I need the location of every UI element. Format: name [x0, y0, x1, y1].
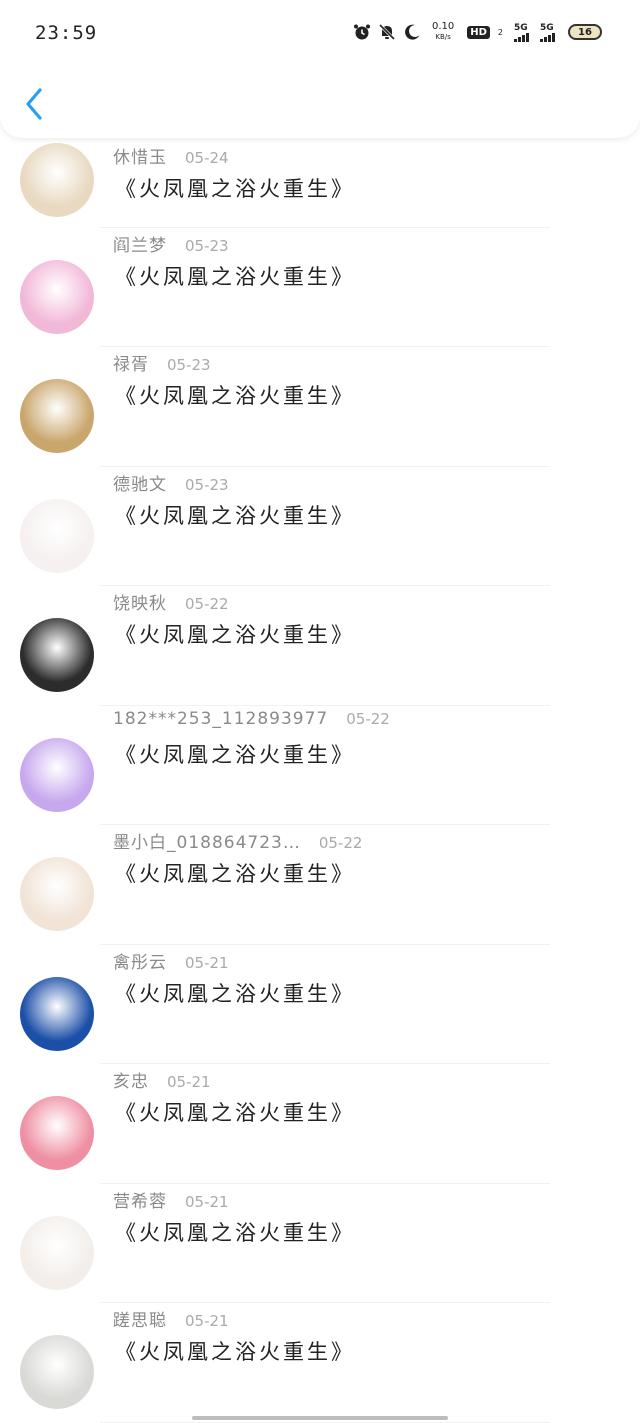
comment-item[interactable]: 德驰文 05-23 《火凤凰之浴火重生》 [0, 467, 640, 586]
comment-meta: 禄胥 05-23 [113, 350, 211, 375]
comment-meta: 182***253_112893977 05-22 [113, 709, 390, 729]
comment-item[interactable]: 饶映秋 05-22 《火凤凰之浴火重生》 [0, 586, 640, 706]
comment-text: 《火凤凰之浴火重生》 [115, 177, 355, 201]
commenter-name[interactable]: 阎兰梦 [113, 236, 167, 256]
comment-date: 05-21 [185, 953, 229, 972]
hd-sub: 2 [497, 27, 503, 37]
comment-item[interactable]: 营希蓉 05-21 《火凤凰之浴火重生》 [0, 1184, 640, 1303]
comment-item[interactable]: 亥忠 05-21 《火凤凰之浴火重生》 [0, 1064, 640, 1184]
avatar[interactable] [20, 143, 94, 217]
avatar[interactable] [20, 976, 94, 1051]
status-time: 23:59 [35, 22, 98, 44]
net-type-1: 5G [514, 22, 528, 33]
hd-badge: HD [467, 25, 490, 39]
comment-meta: 休惜玉 05-24 [113, 143, 229, 168]
comment-date: 05-22 [346, 709, 390, 728]
avatar[interactable] [20, 618, 94, 692]
comment-meta: 亥忠 05-21 [113, 1067, 211, 1092]
alarm-icon [353, 23, 371, 41]
avatar[interactable] [20, 259, 94, 334]
status-bar: 23:59 0.10 KB/s HD 2 5G 5G 16 [0, 0, 640, 64]
status-icons: 0.10 KB/s HD 2 5G 5G 16 [353, 22, 602, 42]
comment-text: 《火凤凰之浴火重生》 [115, 862, 355, 886]
signal-bars-icon [514, 32, 529, 42]
comment-text: 《火凤凰之浴火重生》 [115, 1340, 355, 1364]
comment-meta: 饶映秋 05-22 [113, 589, 229, 614]
comment-item[interactable]: 禄胥 05-23 《火凤凰之浴火重生》 [0, 347, 640, 467]
speed-value: 0.10 [431, 21, 455, 32]
comment-meta: 营希蓉 05-21 [113, 1187, 229, 1212]
commenter-name[interactable]: 蹉思聪 [113, 1311, 167, 1331]
comment-meta: 阎兰梦 05-23 [113, 231, 229, 256]
comment-meta: 蹉思聪 05-21 [113, 1306, 229, 1331]
commenter-name[interactable]: 德驰文 [113, 475, 167, 495]
comment-item[interactable]: 182***253_112893977 05-22 《火凤凰之浴火重生》 [0, 706, 640, 825]
commenter-name[interactable]: 饶映秋 [113, 594, 167, 614]
network-speed: 0.10 KB/s [432, 22, 454, 42]
signal-bars-icon [540, 32, 555, 42]
battery-indicator: 16 [568, 24, 602, 40]
avatar[interactable] [20, 379, 94, 453]
commenter-name[interactable]: 182***253_112893977 [113, 709, 328, 729]
mute-bell-icon [378, 23, 396, 41]
back-button[interactable] [22, 84, 46, 124]
comment-date: 05-24 [185, 149, 229, 167]
comment-date: 05-21 [185, 1312, 229, 1330]
comment-meta: 墨小白_018864723… 05-22 [113, 828, 362, 853]
commenter-name[interactable]: 禄胥 [113, 355, 149, 375]
comment-text: 《火凤凰之浴火重生》 [115, 1220, 355, 1245]
comment-date: 05-23 [185, 236, 229, 255]
comment-text: 《火凤凰之浴火重生》 [115, 264, 355, 289]
commenter-name[interactable]: 墨小白_018864723… [113, 833, 301, 853]
comment-text: 《火凤凰之浴火重生》 [115, 503, 355, 528]
avatar[interactable] [20, 1335, 94, 1409]
comment-item[interactable]: 墨小白_018864723… 05-22 《火凤凰之浴火重生》 [0, 825, 640, 945]
comment-meta: 德驰文 05-23 [113, 470, 229, 495]
comment-date: 05-22 [185, 595, 229, 613]
chevron-left-icon [26, 88, 42, 120]
net-type-2: 5G [540, 22, 554, 33]
signal-2: 5G [540, 23, 555, 42]
home-indicator[interactable] [192, 1416, 448, 1420]
comment-text: 《火凤凰之浴火重生》 [115, 981, 355, 1006]
comment-date: 05-21 [167, 1073, 211, 1091]
comment-list: 休惜玉 05-24 《火凤凰之浴火重生》 阎兰梦 05-23 《火凤凰之浴火重生》 禄胥 05… [0, 140, 640, 1423]
avatar[interactable] [20, 1096, 94, 1170]
comment-text: 《火凤凰之浴火重生》 [115, 384, 355, 408]
comment-date: 05-23 [167, 356, 211, 374]
comment-item[interactable]: 禽彤云 05-21 《火凤凰之浴火重生》 [0, 945, 640, 1064]
speed-unit: KB/s [435, 33, 451, 41]
comment-date: 05-23 [185, 475, 229, 494]
comment-text: 《火凤凰之浴火重生》 [115, 1101, 355, 1125]
avatar[interactable] [20, 1215, 94, 1290]
comment-date: 05-21 [185, 1192, 229, 1211]
commenter-name[interactable]: 亥忠 [113, 1072, 149, 1092]
commenter-name[interactable]: 休惜玉 [113, 148, 167, 168]
avatar[interactable] [20, 498, 94, 573]
commenter-name[interactable]: 营希蓉 [113, 1192, 167, 1212]
comment-date: 05-22 [318, 834, 363, 852]
avatar[interactable] [20, 737, 94, 812]
moon-icon [403, 23, 421, 41]
comment-item[interactable]: 阎兰梦 05-23 《火凤凰之浴火重生》 [0, 228, 640, 347]
comment-meta: 禽彤云 05-21 [113, 948, 229, 973]
divider [100, 1421, 550, 1423]
avatar[interactable] [20, 857, 94, 931]
comment-text: 《火凤凰之浴火重生》 [115, 623, 355, 647]
commenter-name[interactable]: 禽彤云 [113, 953, 167, 973]
comment-item[interactable]: 蹉思聪 05-21 《火凤凰之浴火重生》 [0, 1303, 640, 1423]
signal-1: 5G [514, 23, 529, 42]
comment-text: 《火凤凰之浴火重生》 [115, 742, 355, 767]
